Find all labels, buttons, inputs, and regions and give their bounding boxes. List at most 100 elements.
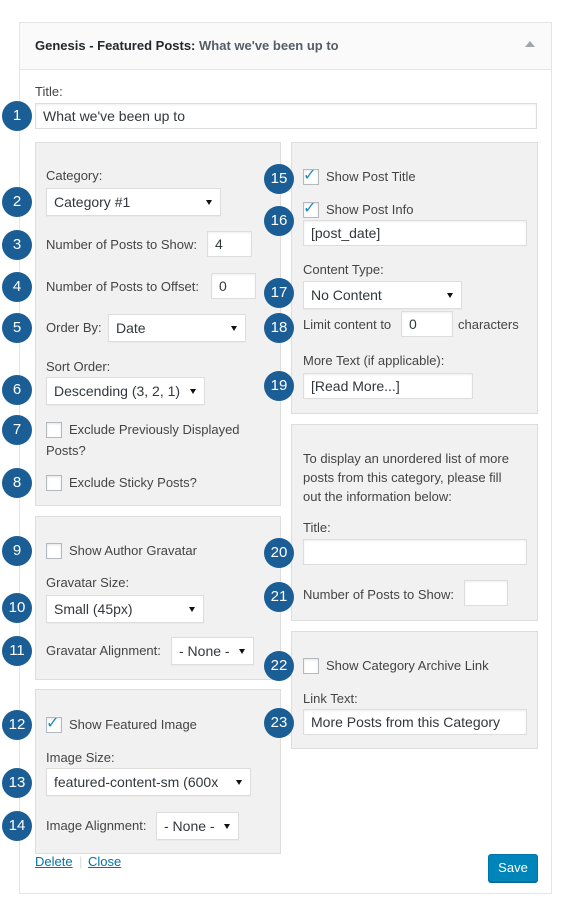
gravatar-align-select[interactable]: - None - — [171, 637, 254, 665]
number-badge: 16 — [264, 206, 294, 236]
number-badge: 19 — [264, 371, 294, 401]
limit-label: Limit content to — [303, 317, 392, 332]
show-gravatar-label: Show Author Gravatar — [69, 543, 197, 558]
number-badge: 6 — [2, 375, 32, 405]
number-badge: 13 — [2, 768, 32, 798]
number-badge: 18 — [264, 313, 294, 343]
show-image-label: Show Featured Image — [69, 717, 197, 732]
gravatar-size-select[interactable]: Small (45px) — [46, 595, 204, 623]
show-gravatar-checkbox[interactable] — [46, 543, 62, 559]
exclude-displayed-checkbox[interactable] — [46, 422, 62, 438]
number-badge: 22 — [264, 651, 294, 681]
image-align-select-value: - None - — [164, 818, 215, 834]
content-type-label: Content Type: — [303, 262, 384, 277]
show-info-label: Show Post Info — [326, 202, 414, 217]
exclude-sticky-label: Exclude Sticky Posts? — [69, 475, 197, 490]
exclude-displayed-label-1: Exclude Previously Displayed — [69, 422, 240, 437]
category-select[interactable]: Category #1 — [46, 188, 221, 216]
checkmark-icon: ✓ — [303, 200, 317, 217]
content-type-select[interactable]: No Content — [303, 281, 462, 309]
widget-header[interactable]: Genesis - Featured Posts: What we've bee… — [20, 23, 551, 70]
number-badge: 12 — [2, 710, 32, 740]
exclude-sticky-checkbox[interactable] — [46, 475, 62, 491]
num-posts-label: Number of Posts to Show: — [46, 237, 198, 252]
close-link[interactable]: Close — [88, 854, 121, 869]
limit-input[interactable]: 0 — [401, 311, 453, 337]
extra-title-input[interactable] — [303, 539, 527, 565]
number-badge: 21 — [264, 582, 294, 612]
show-info-checkbox[interactable]: ✓ — [303, 200, 319, 218]
extra-desc-line-1: To display an unordered list of more — [303, 451, 509, 466]
image-align-select[interactable]: - None - — [156, 812, 239, 840]
number-badge: 2 — [2, 187, 32, 217]
chevron-down-icon — [231, 326, 237, 331]
gravatar-size-select-value: Small (45px) — [54, 601, 133, 617]
archive-link-checkbox[interactable] — [303, 658, 319, 674]
link-text-input[interactable]: More Posts from this Category — [303, 709, 527, 735]
limit-suffix: characters — [458, 317, 519, 332]
number-badge: 23 — [264, 708, 294, 738]
number-badge: 8 — [2, 468, 32, 498]
exclude-displayed-label-2: Posts? — [46, 443, 86, 458]
collapse-arrow-icon[interactable] — [525, 41, 535, 47]
show-title-checkbox[interactable]: ✓ — [303, 167, 319, 185]
order-by-select-value: Date — [116, 320, 146, 336]
category-label: Category: — [46, 168, 103, 183]
more-text-input[interactable]: [Read More...] — [303, 373, 473, 399]
image-size-select-value: featured-content-sm (600x — [54, 774, 219, 790]
number-badge: 3 — [2, 230, 32, 260]
category-select-value: Category #1 — [54, 194, 131, 210]
checkmark-icon: ✓ — [46, 715, 60, 732]
order-by-select[interactable]: Date — [108, 314, 246, 342]
chevron-down-icon — [190, 389, 196, 394]
number-badge: 20 — [264, 538, 294, 568]
delete-link[interactable]: Delete — [35, 854, 73, 869]
sort-order-select-value: Descending (3, 2, 1) — [54, 383, 181, 399]
chevron-down-icon — [224, 824, 230, 829]
num-posts-input[interactable]: 4 — [207, 231, 252, 257]
gravatar-align-select-value: - None - — [179, 643, 230, 659]
show-image-checkbox[interactable]: ✓ — [46, 715, 62, 733]
more-text-label: More Text (if applicable): — [303, 353, 445, 368]
extra-num-label: Number of Posts to Show: — [303, 587, 455, 602]
chevron-down-icon — [447, 293, 453, 298]
gravatar-size-label: Gravatar Size: — [46, 575, 130, 590]
widget-title: Genesis - Featured Posts: What we've bee… — [35, 38, 339, 53]
extra-desc-line-3: out the information below: — [303, 489, 452, 504]
number-badge: 5 — [2, 313, 32, 343]
gravatar-align-label: Gravatar Alignment: — [46, 643, 161, 658]
actions-separator: | — [79, 854, 83, 869]
extra-desc-line-2: posts from this category, please fill — [303, 470, 502, 485]
image-size-select[interactable]: featured-content-sm (600x — [46, 768, 251, 796]
number-badge: 10 — [2, 593, 32, 623]
offset-label: Number of Posts to Offset: — [46, 279, 199, 294]
number-badge: 17 — [264, 278, 294, 308]
number-badge: 11 — [2, 636, 32, 666]
link-text-label: Link Text: — [303, 691, 358, 706]
extra-num-input[interactable] — [464, 580, 508, 606]
post-info-input[interactable]: [post_date] — [303, 220, 527, 246]
sort-order-select[interactable]: Descending (3, 2, 1) — [46, 377, 205, 405]
image-align-label: Image Alignment: — [46, 818, 147, 833]
offset-input[interactable]: 0 — [211, 273, 256, 299]
archive-link-label: Show Category Archive Link — [326, 658, 489, 673]
title-label: Title: — [35, 84, 63, 99]
show-title-label: Show Post Title — [326, 169, 416, 184]
sort-order-label: Sort Order: — [46, 359, 111, 374]
chevron-down-icon — [239, 649, 245, 654]
checkmark-icon: ✓ — [303, 167, 317, 184]
extra-title-label: Title: — [303, 520, 331, 535]
widget-title-prefix: Genesis - Featured Posts: — [35, 38, 196, 53]
number-badge: 1 — [2, 101, 32, 131]
title-input[interactable]: What we've been up to — [35, 103, 537, 129]
extra-posts-description: To display an unordered list of more pos… — [303, 449, 533, 506]
number-badge: 9 — [2, 536, 32, 566]
image-size-label: Image Size: — [46, 750, 115, 765]
number-badge: 15 — [264, 164, 294, 194]
number-badge: 7 — [2, 415, 32, 445]
save-button[interactable]: Save — [488, 854, 538, 882]
content-type-select-value: No Content — [311, 287, 382, 303]
number-badge: 4 — [2, 272, 32, 302]
chevron-down-icon — [206, 200, 212, 205]
order-by-label: Order By: — [46, 320, 102, 335]
